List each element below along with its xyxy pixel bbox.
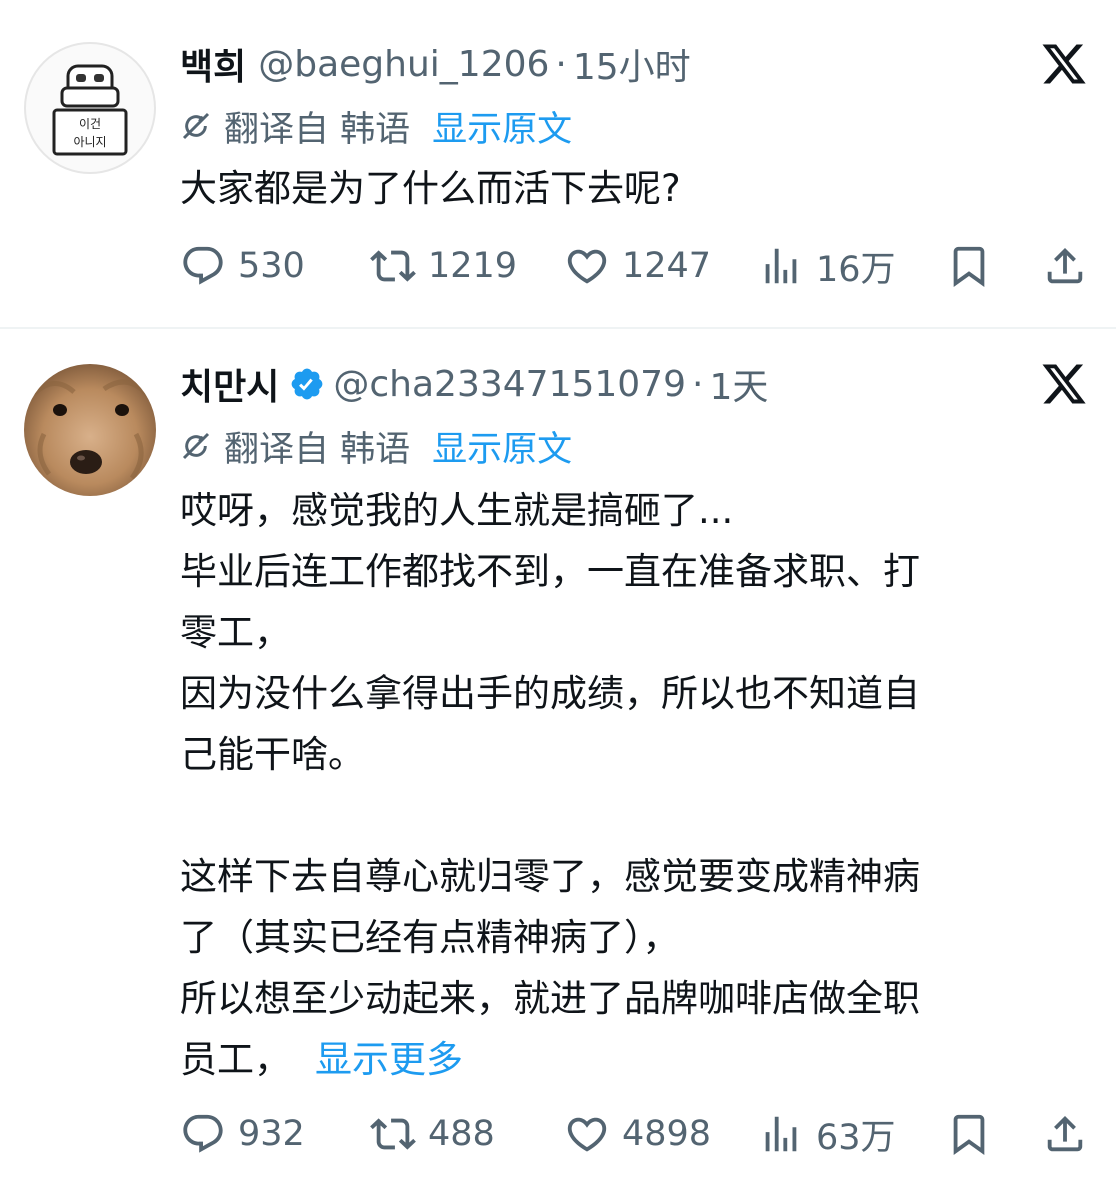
- translate-icon: [182, 432, 210, 460]
- separator-dot: ·: [555, 43, 567, 85]
- post-header: 치만시 @cha23347151079 · 1天: [180, 362, 768, 409]
- user-handle[interactable]: @cha23347151079: [333, 364, 686, 405]
- bookmark-icon[interactable]: [946, 1111, 992, 1157]
- post-text: 大家都是为了什么而活下去呢?: [180, 158, 1080, 219]
- avatar-sign-text-2: 아니지: [73, 135, 106, 149]
- repost-count: 488: [428, 1114, 495, 1154]
- like-button[interactable]: 1247: [564, 240, 711, 292]
- post-text: 哎呀，感觉我的人生就是搞砸了... 毕业后连工作都找不到，一直在准备求职、打 零…: [180, 480, 1080, 1090]
- post-divider: [0, 327, 1116, 329]
- action-bar: 932 488 4898 63万: [180, 1108, 1092, 1160]
- reply-button[interactable]: 530: [180, 240, 305, 292]
- text-line: 因为没什么拿得出手的成绩，所以也不知道自: [180, 672, 920, 715]
- like-count: 1247: [622, 246, 712, 286]
- text-line-blank: [180, 785, 1080, 846]
- avatar[interactable]: 이건 아니지: [24, 42, 156, 174]
- text-line: 大家都是为了什么而活下去呢?: [180, 167, 681, 210]
- post-2[interactable]: 치만시 @cha23347151079 · 1天 翻译自 韩语 显示原文 哎呀，…: [0, 330, 1116, 1200]
- like-count: 4898: [622, 1114, 712, 1154]
- separator-dot: ·: [692, 363, 704, 405]
- translation-bar: 翻译自 韩语 显示原文: [180, 104, 572, 150]
- text-line-content: 员工，: [180, 1038, 291, 1081]
- post-time[interactable]: 15小时: [573, 38, 691, 90]
- views-button[interactable]: 63万: [758, 1108, 896, 1160]
- translation-bar: 翻译自 韩语 显示原文: [180, 424, 572, 470]
- like-icon: [567, 1117, 607, 1152]
- x-logo-icon[interactable]: [1040, 360, 1088, 408]
- bookmark-icon[interactable]: [946, 243, 992, 289]
- translate-icon: [182, 112, 210, 140]
- text-line: 己能干啥。: [180, 733, 365, 776]
- text-line: 零工，: [180, 611, 291, 654]
- text-line: 所以想至少动起来，就进了品牌咖啡店做全职: [180, 977, 920, 1020]
- views-count: 16万: [816, 249, 896, 290]
- repost-button[interactable]: 1219: [370, 240, 517, 292]
- avatar-drawing: 이건 아니지: [52, 64, 128, 156]
- views-count: 63万: [816, 1117, 896, 1158]
- repost-button[interactable]: 488: [370, 1108, 495, 1160]
- share-icon[interactable]: [1042, 1111, 1088, 1157]
- action-bar: 530 1219 1247 16万: [180, 240, 1092, 292]
- like-icon: [567, 249, 607, 284]
- text-line: 毕业后连工作都找不到，一直在准备求职、打: [180, 550, 920, 593]
- views-icon: [765, 1116, 797, 1152]
- dog-avatar-image: [24, 364, 156, 496]
- show-original-link[interactable]: 显示原文: [432, 421, 572, 472]
- post-1[interactable]: 이건 아니지 백희 @baeghui_1206 · 15小时 翻译自 韩语 显示…: [0, 0, 1116, 326]
- display-name[interactable]: 백희: [180, 38, 246, 90]
- show-original-link[interactable]: 显示原文: [432, 101, 572, 152]
- post-time[interactable]: 1天: [709, 358, 768, 410]
- reply-button[interactable]: 932: [180, 1108, 305, 1160]
- translated-from-label: 翻译自 韩语: [224, 109, 411, 150]
- text-line-last: 员工， 显示更多: [180, 1029, 1080, 1090]
- repost-count: 1219: [428, 246, 518, 286]
- text-line: 哎呀，感觉我的人生就是搞砸了...: [180, 489, 734, 532]
- reply-icon: [183, 246, 223, 285]
- repost-icon: [370, 250, 416, 282]
- reply-icon: [183, 1114, 223, 1153]
- post-header: 백희 @baeghui_1206 · 15小时: [180, 42, 691, 89]
- like-button[interactable]: 4898: [564, 1108, 711, 1160]
- x-logo-icon[interactable]: [1040, 40, 1088, 88]
- verified-badge-icon[interactable]: [289, 366, 325, 402]
- share-icon[interactable]: [1042, 243, 1088, 289]
- reply-count: 932: [238, 1114, 305, 1154]
- views-button[interactable]: 16万: [758, 240, 896, 292]
- translated-from-label: 翻译自 韩语: [224, 429, 411, 470]
- repost-icon: [370, 1118, 416, 1150]
- text-line: 这样下去自尊心就归零了，感觉要变成精神病: [180, 855, 920, 898]
- avatar-sign-text-1: 이건: [79, 117, 101, 131]
- user-handle[interactable]: @baeghui_1206: [258, 44, 549, 85]
- show-more-link[interactable]: 显示更多: [315, 1038, 463, 1081]
- display-name[interactable]: 치만시: [180, 358, 279, 410]
- reply-count: 530: [238, 246, 305, 286]
- views-icon: [765, 248, 797, 284]
- avatar[interactable]: [24, 364, 156, 496]
- text-line: 了（其实已经有点精神病了），: [180, 916, 680, 959]
